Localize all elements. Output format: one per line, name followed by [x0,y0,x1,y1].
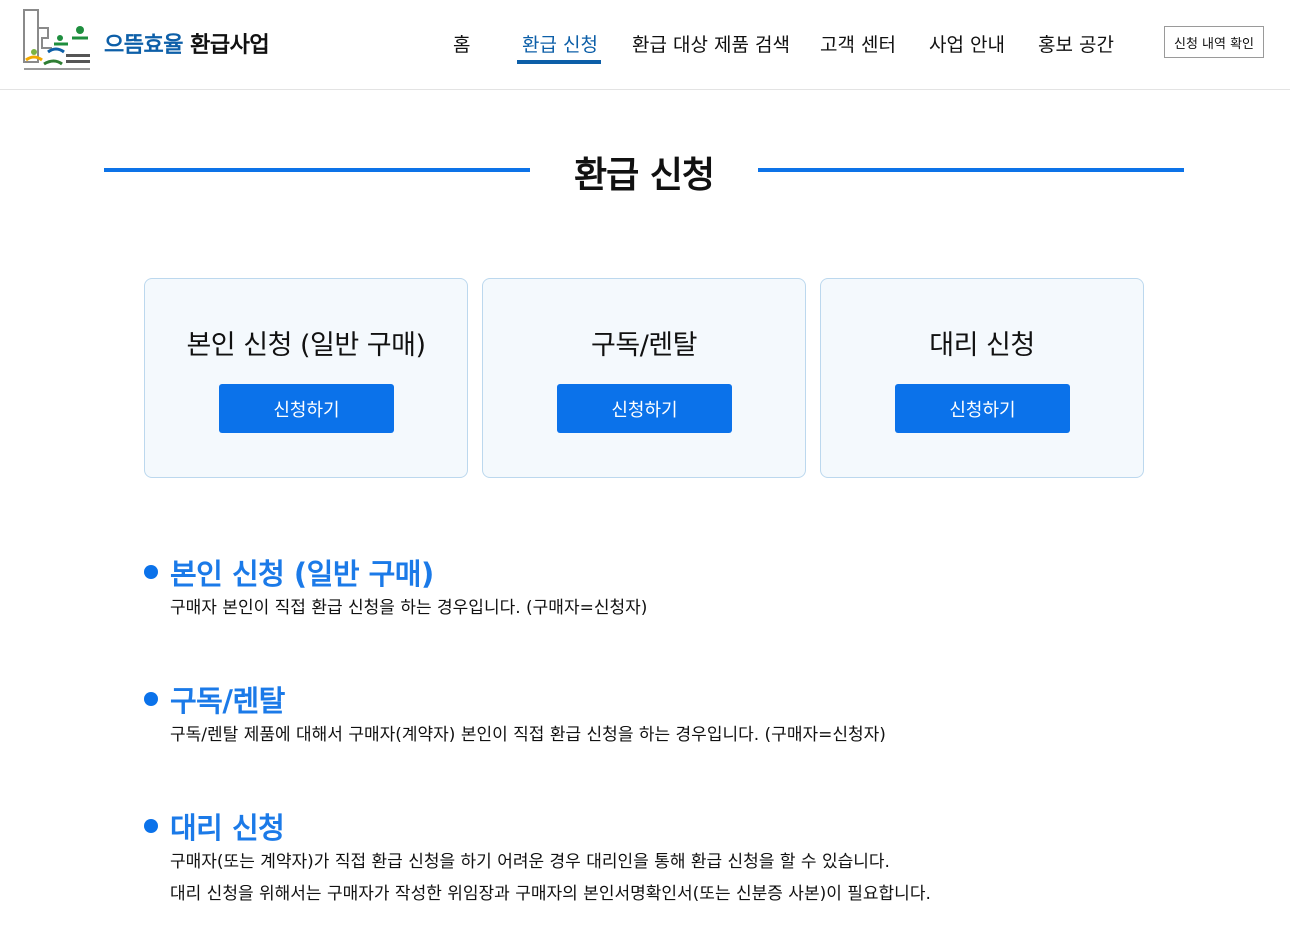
card-self-apply: 본인 신청 (일반 구매) 신청하기 [144,278,468,478]
nav-refund-apply[interactable]: 환급 신청 [522,30,598,57]
nav-business-info[interactable]: 사업 안내 [929,30,1005,57]
title-divider-right [758,168,1184,172]
nav-customer-center[interactable]: 고객 센터 [820,30,896,57]
bullet-icon [144,819,158,833]
subscription-apply-button[interactable]: 신청하기 [557,384,732,433]
application-history-button[interactable]: 신청 내역 확인 [1164,26,1264,58]
card-proxy-apply: 대리 신청 신청하기 [820,278,1144,478]
card-title: 구독/렌탈 [591,330,697,361]
section-description-line-2: 대리 신청을 위해서는 구매자가 작성한 위임장과 구매자의 본인서명확인서(또… [170,884,931,904]
nav-home[interactable]: 홈 [453,30,470,57]
self-apply-button[interactable]: 신청하기 [219,384,394,433]
bullet-icon [144,565,158,579]
card-subscription-rental: 구독/렌탈 신청하기 [482,278,806,478]
section-description: 구매자 본인이 직접 환급 신청을 하는 경우입니다. (구매자=신청자) [170,598,648,618]
bullet-icon [144,692,158,706]
card-title: 대리 신청 [929,330,1035,361]
main-nav: 홈 환급 신청 환급 대상 제품 검색 고객 센터 사업 안내 홍보 공간 [0,0,1290,90]
section-description-line-1: 구매자(또는 계약자)가 직접 환급 신청을 하기 어려운 경우 대리인을 통해… [170,852,890,872]
page-title: 환급 신청 [573,155,715,196]
section-self-apply: 본인 신청 (일반 구매) 구매자 본인이 직접 환급 신청을 하는 경우입니다… [144,552,1144,624]
nav-promotion[interactable]: 홍보 공간 [1038,30,1114,57]
card-title: 본인 신청 (일반 구매) [186,330,426,361]
nav-active-indicator [517,60,601,64]
section-subscription-rental: 구독/렌탈 구독/렌탈 제품에 대해서 구매자(계약자) 본인이 직접 환급 신… [144,679,1144,751]
site-header: 으뜸효율 환급사업 홈 환급 신청 환급 대상 제품 검색 고객 센터 사업 안… [0,0,1290,90]
section-title: 본인 신청 (일반 구매) [170,557,434,591]
section-description: 구독/렌탈 제품에 대해서 구매자(계약자) 본인이 직접 환급 신청을 하는 … [170,725,886,745]
nav-product-search[interactable]: 환급 대상 제품 검색 [632,30,790,57]
section-proxy-apply: 대리 신청 구매자(또는 계약자)가 직접 환급 신청을 하기 어려운 경우 대… [144,806,1144,910]
section-title: 대리 신청 [170,811,285,845]
proxy-apply-button[interactable]: 신청하기 [895,384,1070,433]
title-divider-left [104,168,530,172]
section-title: 구독/렌탈 [170,684,285,718]
